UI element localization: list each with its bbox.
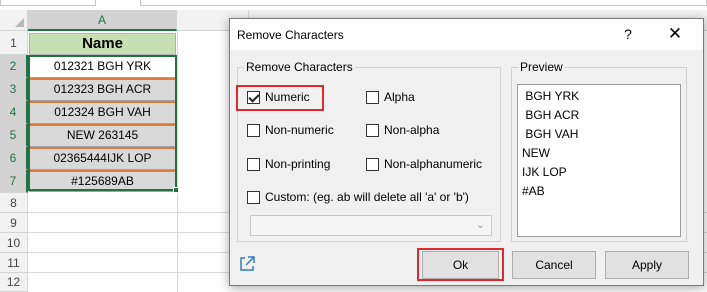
row-header-12[interactable]: 12 bbox=[0, 273, 28, 292]
non-printing-checkbox[interactable] bbox=[247, 157, 260, 171]
row-header-9[interactable]: 9 bbox=[0, 213, 28, 233]
preview-line: BGH ACR bbox=[522, 108, 580, 122]
cell-a3[interactable]: 012323 BGH ACR bbox=[29, 78, 176, 101]
chevron-down-icon[interactable]: ⌄ bbox=[476, 218, 485, 231]
row-header-6[interactable]: 6 bbox=[0, 147, 28, 170]
row-header-8[interactable]: 8 bbox=[0, 193, 28, 213]
cell-a5[interactable]: NEW 263145 bbox=[29, 124, 176, 147]
preview-line: NEW bbox=[522, 146, 554, 160]
numeric-label: Numeric bbox=[265, 90, 310, 104]
cancel-button[interactable]: Cancel bbox=[512, 251, 596, 279]
non-alphanumeric-option[interactable]: Non-alphanumeric bbox=[366, 154, 482, 174]
non-alpha-checkbox[interactable] bbox=[366, 123, 379, 137]
preview-list[interactable]: BGH YRK BGH ACR BGH VAH NEW IJK LOP #AB bbox=[517, 84, 681, 237]
non-printing-label: Non-printing bbox=[265, 157, 331, 171]
row-header-10[interactable]: 10 bbox=[0, 233, 28, 253]
non-numeric-checkbox[interactable] bbox=[247, 123, 260, 137]
non-alphanumeric-checkbox[interactable] bbox=[366, 157, 379, 171]
non-alpha-option[interactable]: Non-alpha bbox=[366, 120, 439, 140]
alpha-option[interactable]: Alpha bbox=[366, 87, 415, 107]
non-printing-option[interactable]: Non-printing bbox=[247, 154, 330, 174]
row-header-4[interactable]: 4 bbox=[0, 101, 28, 124]
cell-a2[interactable]: 012321 BGH YRK bbox=[29, 55, 176, 78]
non-alphanumeric-label: Non-alphanumeric bbox=[384, 157, 483, 171]
custom-label: Custom: (eg. ab will delete all 'a' or '… bbox=[265, 190, 469, 204]
non-numeric-label: Non-numeric bbox=[265, 123, 334, 137]
preview-line: BGH YRK bbox=[522, 89, 580, 103]
help-button[interactable]: ? bbox=[618, 24, 638, 44]
fill-handle[interactable] bbox=[173, 187, 179, 193]
cell-a7[interactable]: #125689AB bbox=[29, 170, 176, 192]
formula-bar[interactable] bbox=[140, 0, 707, 6]
numeric-checkbox[interactable] bbox=[247, 90, 260, 104]
row-header-5[interactable]: 5 bbox=[0, 124, 28, 147]
row-header-3[interactable]: 3 bbox=[0, 78, 28, 101]
column-header-a[interactable]: A bbox=[28, 10, 177, 31]
external-link-icon[interactable] bbox=[238, 255, 256, 273]
apply-button[interactable]: Apply bbox=[605, 251, 689, 279]
custom-characters-input[interactable]: ⌄ bbox=[250, 215, 492, 236]
non-numeric-option[interactable]: Non-numeric bbox=[247, 120, 334, 140]
group-label: Remove Characters bbox=[244, 60, 355, 74]
custom-option[interactable]: Custom: (eg. ab will delete all 'a' or '… bbox=[247, 187, 469, 207]
preview-line: BGH VAH bbox=[522, 127, 579, 141]
cell-a1-name-header[interactable]: Name bbox=[29, 33, 176, 55]
row-header-1[interactable]: 1 bbox=[0, 31, 28, 55]
preview-line: #AB bbox=[522, 184, 545, 198]
remove-characters-dialog: Remove Characters ? ✕ Remove Characters … bbox=[229, 18, 704, 286]
non-alpha-label: Non-alpha bbox=[384, 123, 440, 137]
alpha-checkbox[interactable] bbox=[366, 90, 379, 104]
numeric-option[interactable]: Numeric bbox=[247, 87, 310, 107]
select-all-corner[interactable] bbox=[0, 10, 28, 31]
preview-line: IJK LOP bbox=[522, 165, 567, 179]
formula-bar-strip bbox=[0, 0, 707, 10]
close-button[interactable]: ✕ bbox=[664, 23, 686, 45]
dialog-title: Remove Characters bbox=[237, 28, 344, 42]
row-header-11[interactable]: 11 bbox=[0, 253, 28, 273]
name-box[interactable] bbox=[0, 0, 96, 6]
cell-a6[interactable]: 02365444IJK LOP bbox=[29, 147, 176, 170]
cell-a4[interactable]: 012324 BGH VAH bbox=[29, 101, 176, 124]
alpha-label: Alpha bbox=[384, 90, 415, 104]
preview-label: Preview bbox=[518, 60, 565, 74]
row-header-2[interactable]: 2 bbox=[0, 55, 28, 78]
dialog-titlebar[interactable]: Remove Characters ? ✕ bbox=[230, 19, 703, 50]
ok-button[interactable]: Ok bbox=[422, 251, 499, 279]
row-header-7[interactable]: 7 bbox=[0, 170, 28, 193]
custom-checkbox[interactable] bbox=[247, 190, 260, 204]
